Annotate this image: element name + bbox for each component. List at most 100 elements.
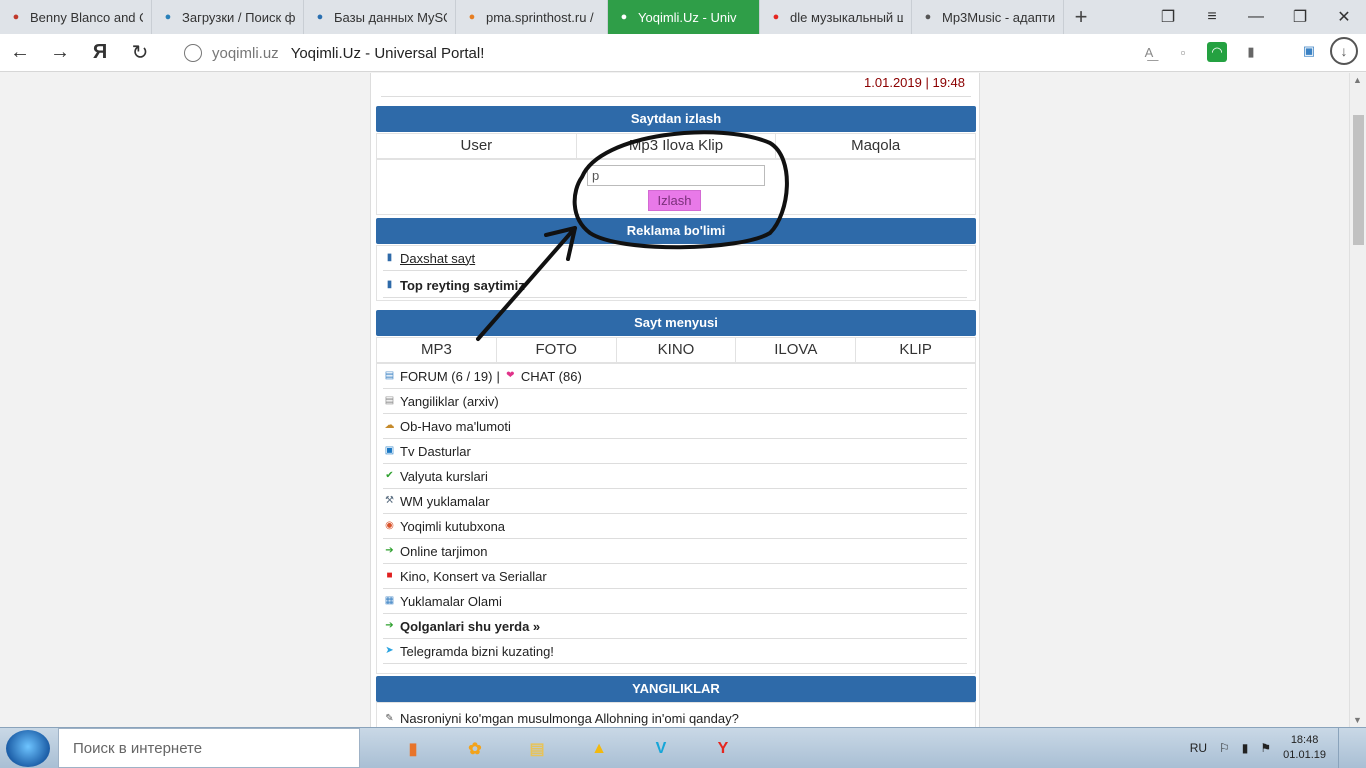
- news-link[interactable]: Nasroniyni ko'mgan musulmonga Allohning …: [400, 711, 739, 726]
- menu-tab-kino[interactable]: KINO: [617, 338, 737, 362]
- list-item[interactable]: ■ Kino, Konsert va Seriallar: [383, 564, 967, 589]
- tab-manager-icon[interactable]: ❐: [1146, 0, 1190, 34]
- address-bar[interactable]: yoqimli.uz Yoqimli.Uz - Universal Portal…: [176, 38, 1270, 68]
- list-item[interactable]: ➔ Online tarjimon: [383, 539, 967, 564]
- list-item[interactable]: ☁ Ob-Havo ma'lumoti: [383, 414, 967, 439]
- menu-link[interactable]: Kino, Konsert va Seriallar: [400, 569, 547, 584]
- forward-button[interactable]: →: [40, 34, 80, 72]
- address-domain: yoqimli.uz: [212, 44, 279, 62]
- menu-link[interactable]: Qolganlari shu yerda »: [400, 619, 540, 634]
- menu-link[interactable]: Ob-Havo ma'lumoti: [400, 419, 511, 434]
- menu-link[interactable]: Yuklamalar Olami: [400, 594, 502, 609]
- restore-button[interactable]: ❐: [1278, 0, 1322, 34]
- clock[interactable]: 18:48 01.01.19: [1283, 733, 1326, 763]
- menu-icon[interactable]: ≡: [1190, 0, 1234, 34]
- list-item[interactable]: ⚒ WM yuklamalar: [383, 489, 967, 514]
- arrow-right-icon: ➔: [385, 620, 394, 631]
- menu-link[interactable]: Valyuta kurslari: [400, 469, 488, 484]
- list-item[interactable]: ◉ Yoqimli kutubxona: [383, 514, 967, 539]
- browser-tab-title: Mp3Music - адапти: [942, 9, 1055, 25]
- taskbar: Поиск в интернете RU ⚐ ▮ ⚑ 18:48 01.01.1…: [0, 727, 1366, 768]
- reload-button[interactable]: ↻: [120, 34, 160, 72]
- extension-icon[interactable]: ▣: [1298, 40, 1320, 62]
- wifi-protect-icon[interactable]: ◠: [1207, 42, 1227, 62]
- search-tab-user[interactable]: User: [377, 134, 577, 158]
- menu-link[interactable]: Online tarjimon: [400, 544, 487, 559]
- telegram-icon: ➤: [385, 645, 394, 656]
- scrollbar-thumb[interactable]: [1353, 115, 1364, 245]
- browser-tab-strip: ● Benny Blanco and C ● Загрузки / Поиск ф ● Б…: [0, 0, 1366, 34]
- mysql-icon: ●: [316, 11, 324, 23]
- list-item[interactable]: ▮ Top reyting saytimiz: [383, 273, 967, 298]
- taskbar-app-aimp[interactable]: ▲: [570, 730, 628, 767]
- download-icon[interactable]: ↓: [1330, 37, 1358, 65]
- browser-tab-title: Benny Blanco and C: [30, 9, 143, 25]
- list-item[interactable]: ✎ Nasroniyni ko'mgan musulmonga Allohnin…: [383, 706, 967, 727]
- list-item[interactable]: ▦ Yuklamalar Olami: [383, 589, 967, 614]
- search-tab-maqola[interactable]: Maqola: [776, 134, 975, 158]
- list-item[interactable]: ✔ Valyuta kurslari: [383, 464, 967, 489]
- browser-tab[interactable]: ● Mp3Music - адапти: [912, 0, 1064, 34]
- browser-tab[interactable]: ● Базы данных MySQ: [304, 0, 456, 34]
- browser-tab[interactable]: ● dle музыкальный ш: [760, 0, 912, 34]
- yandex-button[interactable]: Я: [80, 34, 120, 72]
- browser-tab[interactable]: ● Загрузки / Поиск ф: [152, 0, 304, 34]
- language-indicator[interactable]: RU: [1190, 741, 1207, 755]
- search-button[interactable]: Izlash: [648, 190, 701, 211]
- menu-link[interactable]: WM yuklamalar: [400, 494, 490, 509]
- browser-tab[interactable]: ● Benny Blanco and C: [0, 0, 152, 34]
- taskbar-app-yandex-browser[interactable]: Y: [694, 730, 752, 767]
- scroll-up-icon[interactable]: ▲: [1353, 75, 1362, 85]
- translate-icon[interactable]: A͟: [1139, 42, 1159, 62]
- search-input[interactable]: [587, 165, 765, 186]
- forum-link[interactable]: FORUM (6 / 19): [400, 369, 492, 384]
- ad-link[interactable]: Daxshat sayt: [400, 251, 475, 266]
- browser-tab[interactable]: ● pma.sprinthost.ru /: [456, 0, 608, 34]
- back-button[interactable]: ←: [0, 34, 40, 72]
- menu-link[interactable]: Telegramda bizni kuzating!: [400, 644, 554, 659]
- list-item[interactable]: ➤ Telegramda bizni kuzating!: [383, 639, 967, 664]
- list-item[interactable]: ▮ Daxshat sayt: [383, 246, 967, 271]
- chat-link[interactable]: CHAT (86): [521, 369, 582, 384]
- taskbar-search[interactable]: Поиск в интернете: [58, 728, 360, 768]
- search-tab-mp3[interactable]: Mp3 Ilova Klip: [577, 134, 777, 158]
- chat-icon: ❤: [506, 370, 515, 381]
- tray-icon[interactable]: ⚐: [1219, 741, 1230, 755]
- pencil-icon: ✎: [385, 712, 394, 724]
- forum-icon: ▤: [384, 370, 395, 381]
- browser-toolbar: ← → Я ↻ yoqimli.uz Yoqimli.Uz - Universa…: [0, 34, 1366, 72]
- taskbar-app-vegas[interactable]: V: [632, 730, 690, 767]
- list-item[interactable]: ▣ Tv Dasturlar: [383, 439, 967, 464]
- menu-tab-klip[interactable]: KLIP: [856, 338, 975, 362]
- network-icon[interactable]: ▮: [1242, 741, 1249, 755]
- minimize-button[interactable]: —: [1234, 0, 1278, 34]
- new-tab-button[interactable]: +: [1064, 0, 1098, 34]
- flag-icon[interactable]: ⚑: [1260, 741, 1271, 755]
- chart-bars-icon: ▮: [386, 279, 393, 290]
- reader-icon[interactable]: ▫: [1173, 42, 1193, 62]
- scroll-down-icon[interactable]: ▼: [1353, 715, 1362, 725]
- menu-tab-ilova[interactable]: ILOVA: [736, 338, 857, 362]
- show-desktop-button[interactable]: [1338, 728, 1352, 768]
- arrow-right-icon: ➔: [385, 545, 394, 556]
- menu-tab-foto[interactable]: FOTO: [497, 338, 617, 362]
- list-item[interactable]: ➔ Qolganlari shu yerda »: [383, 614, 967, 639]
- menu-link[interactable]: Tv Dasturlar: [400, 444, 471, 459]
- menu-link[interactable]: Yangiliklar (arxiv): [400, 394, 499, 409]
- bookmark-icon[interactable]: ▮: [1241, 42, 1261, 62]
- browser-tab[interactable]: ● Yoqimli.Uz - Univ: [608, 0, 760, 34]
- document-icon: ●: [924, 11, 932, 23]
- search-tabs: User Mp3 Ilova Klip Maqola: [376, 133, 976, 159]
- menu-tab-mp3[interactable]: MP3: [377, 338, 497, 362]
- taskbar-app-app-1[interactable]: ▮: [384, 730, 442, 767]
- taskbar-app-explorer[interactable]: ▤: [508, 730, 566, 767]
- page-scrollbar[interactable]: ▲ ▼: [1349, 73, 1366, 727]
- close-button[interactable]: ✕: [1322, 0, 1366, 34]
- list-item[interactable]: ▤ Yangiliklar (arxiv): [383, 389, 967, 414]
- start-button[interactable]: [6, 730, 50, 767]
- ad-link[interactable]: Top reyting saytimiz: [400, 278, 525, 293]
- taskbar-app-fl-studio[interactable]: ✿: [446, 730, 504, 767]
- menu-link[interactable]: Yoqimli kutubxona: [400, 519, 505, 534]
- loading-icon: ●: [164, 11, 172, 23]
- uz-flag-icon: ●: [620, 11, 628, 23]
